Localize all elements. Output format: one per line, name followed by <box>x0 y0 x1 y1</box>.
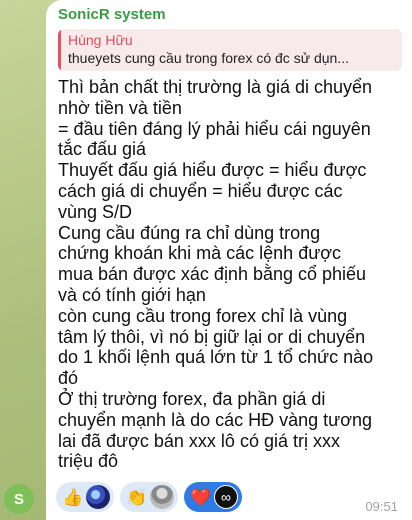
message-line: vùng S/D <box>58 201 133 222</box>
message-line: tâm lý thôi, vì nó bị giữ lại or di chuy… <box>58 326 366 347</box>
message-line: do 1 khối lệnh quá lớn từ 1 tổ chức nào <box>58 347 374 368</box>
red-heart-icon: ❤️ <box>190 487 212 507</box>
message-line: đó <box>58 368 79 389</box>
sender-name[interactable]: SonicR system <box>58 4 402 26</box>
reaction-thumbs-up[interactable]: 👍 <box>56 482 114 512</box>
message-line: mua bán được xác định bằng cổ phiếu <box>58 264 367 285</box>
reply-quote[interactable]: Hùng Hữu thueyets cung cầu trong forex c… <box>58 29 402 71</box>
reaction-clapping[interactable]: 👏 <box>120 482 178 512</box>
message-line: lai đã được bán xxx lô có giá trị xxx <box>58 430 340 451</box>
message-line: chuyển mạnh là do các HĐ vàng tương <box>58 409 373 430</box>
message-line: cách giá di chuyển = hiểu được các <box>58 180 343 201</box>
message-line: Thì bản chất thị trường là giá di chuyển <box>58 77 373 97</box>
message-text: Thì bản chất thị trường là giá di chuyển… <box>58 77 402 472</box>
message-timestamp: 09:51 <box>365 499 398 514</box>
reactor-avatar <box>150 485 174 509</box>
message-line: nhờ tiền và tiền <box>58 97 182 118</box>
reactions-bar: 👍 👏 ❤️ <box>56 482 242 512</box>
thumbs-up-icon: 👍 <box>62 487 84 507</box>
message-line: tắc đấu giá <box>58 139 147 160</box>
sender-avatar[interactable]: S <box>4 484 34 514</box>
message-line: Ở thị trường forex, đa phần giá di <box>58 388 326 409</box>
message-line: = đầu tiên đáng lý phải hiểu cái nguyên <box>58 118 371 139</box>
message-line: Cung cầu đúng ra chỉ dùng trong <box>58 222 321 243</box>
reply-snippet: thueyets cung cầu trong forex có đc sử d… <box>68 50 349 66</box>
reactor-avatar <box>214 485 238 509</box>
message-line: và có tính giới hạn <box>58 284 206 305</box>
message-line: Thuyết đấu giá hiểu được = hiểu được <box>58 160 367 181</box>
message-line: triệu đô <box>58 451 119 472</box>
reaction-heart[interactable]: ❤️ <box>184 482 242 512</box>
message-bubble[interactable]: SonicR system Hùng Hữu thueyets cung cầu… <box>46 0 412 520</box>
message-line: còn cung cầu trong forex chỉ là vùng <box>58 305 348 326</box>
reply-author: Hùng Hữu <box>68 32 133 48</box>
message-line: chứng khoán khi mà các lệnh được <box>58 243 342 264</box>
clapping-hands-icon: 👏 <box>126 487 148 507</box>
reactor-avatar <box>86 485 110 509</box>
